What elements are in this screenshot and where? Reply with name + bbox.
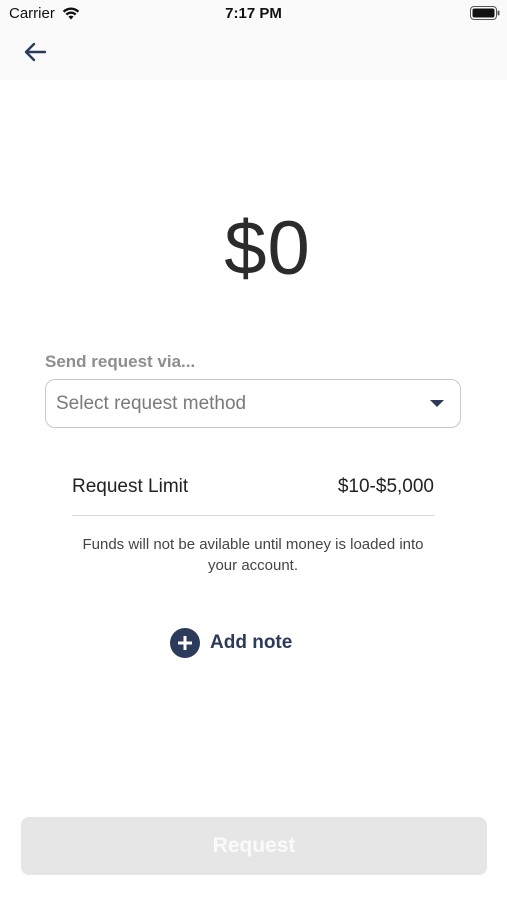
- arrow-left-icon: [24, 42, 47, 62]
- send-request-label: Send request via...: [45, 352, 196, 371]
- divider: [72, 515, 434, 516]
- request-button[interactable]: Request: [21, 817, 487, 875]
- chevron-down-icon: [430, 400, 444, 407]
- funds-availability-note: Funds will not be avilable until money i…: [82, 536, 424, 574]
- plus-circle-icon: [170, 628, 200, 658]
- add-note-label: Add note: [210, 632, 293, 653]
- request-limit-label: Request Limit: [72, 476, 189, 497]
- back-button[interactable]: [20, 38, 50, 66]
- request-limit-value: $10-$5,000: [337, 476, 434, 497]
- battery-icon: [470, 6, 500, 20]
- request-button-label: Request: [212, 834, 296, 857]
- add-note-button[interactable]: Add note: [170, 628, 292, 658]
- amount-display: $0: [224, 206, 311, 291]
- request-method-select[interactable]: Select request method: [45, 379, 461, 428]
- request-method-placeholder: Select request method: [56, 393, 247, 414]
- status-bar: Carrier 7:17 PM: [0, 0, 507, 28]
- request-limit-row: Request Limit $10-$5,000: [72, 476, 434, 500]
- clock: 7:17 PM: [225, 5, 282, 22]
- request-money-screen: Carrier 7:17 PM $0 Send request via... S…: [0, 0, 507, 900]
